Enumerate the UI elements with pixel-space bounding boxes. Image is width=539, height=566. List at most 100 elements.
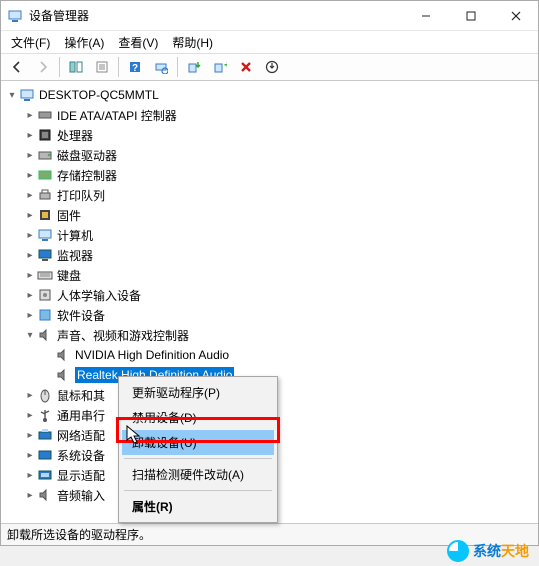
hid-icon [37,287,53,303]
tree-item-label: NVIDIA High Definition Audio [75,348,229,362]
chevron-right-icon[interactable]: ▸ [23,270,37,281]
tree-item-label: 处理器 [57,127,93,144]
display-adapter-icon [37,467,53,483]
show-hide-console-button[interactable] [64,56,88,78]
processor-icon [37,127,53,143]
chevron-down-icon[interactable]: ▾ [5,90,19,101]
watermark-text-2: 天地 [501,543,529,559]
ide-controller-icon [37,107,53,123]
sound-icon [37,327,53,343]
tree-item-label: 系统设备 [57,447,105,464]
chevron-right-icon[interactable]: ▸ [23,190,37,201]
maximize-button[interactable] [448,1,493,30]
tree-item[interactable]: ▸ 存储控制器 [1,165,538,185]
chevron-right-icon[interactable]: ▸ [23,490,37,501]
ctx-uninstall-device[interactable]: 卸载设备(U) [122,430,274,455]
menu-action[interactable]: 操作(A) [58,32,110,53]
computer-icon [19,87,35,103]
tree-item-sound[interactable]: ▾声音、视频和游戏控制器 [1,325,538,345]
chevron-right-icon[interactable]: ▸ [23,390,37,401]
context-menu-separator [124,458,272,459]
tree-item[interactable]: ▸计算机 [1,225,538,245]
app-icon [7,8,23,24]
tree-item-label: 通用串行 [57,407,105,424]
context-menu-separator [124,490,272,491]
ctx-properties[interactable]: 属性(R) [122,494,274,519]
chevron-right-icon[interactable]: ▸ [23,430,37,441]
chevron-right-icon[interactable]: ▸ [23,150,37,161]
tree-item-label: 存储控制器 [57,167,117,184]
audio-device-icon [55,367,71,383]
toolbar-separator [177,57,178,77]
watermark-logo-icon [447,540,469,562]
monitor-icon [37,247,53,263]
uninstall-device-button[interactable] [234,56,258,78]
chevron-down-icon[interactable]: ▾ [23,330,37,341]
tree-item-label: 键盘 [57,267,81,284]
menu-view[interactable]: 查看(V) [112,32,164,53]
ctx-update-driver[interactable]: 更新驱动程序(P) [122,380,274,405]
properties-button[interactable] [90,56,114,78]
menubar: 文件(F) 操作(A) 查看(V) 帮助(H) [1,31,538,53]
tree-item-nvidia-audio[interactable]: NVIDIA High Definition Audio [1,345,538,365]
chevron-right-icon[interactable]: ▸ [23,250,37,261]
audio-device-icon [55,347,71,363]
svg-text:?: ? [132,63,138,74]
chevron-right-icon[interactable]: ▸ [23,290,37,301]
chevron-right-icon[interactable]: ▸ [23,470,37,481]
help-button[interactable]: ? [123,56,147,78]
minimize-button[interactable] [403,1,448,30]
tree-item-label: 监视器 [57,247,93,264]
chevron-right-icon[interactable]: ▸ [23,130,37,141]
tree-item[interactable]: ▸ IDE ATA/ATAPI 控制器 [1,105,538,125]
forward-button[interactable] [31,56,55,78]
tree-root-label: DESKTOP-QC5MMTL [39,88,159,102]
tree-item[interactable]: ▸ 键盘 [1,265,538,285]
ctx-scan-hardware[interactable]: 扫描检测硬件改动(A) [122,462,274,487]
chevron-right-icon[interactable]: ▸ [23,310,37,321]
tree-item[interactable]: ▸ 磁盘驱动器 [1,145,538,165]
chevron-right-icon[interactable]: ▸ [23,110,37,121]
tree-item[interactable]: ▸ 固件 [1,205,538,225]
firmware-icon [37,207,53,223]
chevron-right-icon[interactable]: ▸ [23,450,37,461]
watermark-text-1: 系统 [473,543,501,559]
update-driver-button[interactable] [182,56,206,78]
tree-item-label: 打印队列 [57,187,105,204]
menu-help[interactable]: 帮助(H) [166,32,219,53]
scan-hardware-button[interactable] [149,56,173,78]
tree-item-label: 鼠标和其 [57,387,105,404]
titlebar: 设备管理器 [1,1,538,31]
chevron-right-icon[interactable]: ▸ [23,210,37,221]
chevron-right-icon[interactable]: ▸ [23,410,37,421]
ctx-disable-device[interactable]: 禁用设备(D) [122,405,274,430]
print-queue-icon [37,187,53,203]
tree-root[interactable]: ▾ DESKTOP-QC5MMTL [1,85,538,105]
disable-device-button[interactable] [260,56,284,78]
tree-item-label: 显示适配 [57,467,105,484]
toolbar-separator [59,57,60,77]
tree-item-label: 人体学输入设备 [57,287,141,304]
window-controls [403,1,538,30]
status-text: 卸载所选设备的驱动程序。 [7,526,151,543]
back-button[interactable] [5,56,29,78]
tree-item[interactable]: ▸ 处理器 [1,125,538,145]
close-button[interactable] [493,1,538,30]
tree-item[interactable]: ▸ 监视器 [1,245,538,265]
tree-item[interactable]: ▸软件设备 [1,305,538,325]
tree-item-label: 磁盘驱动器 [57,147,117,164]
tree-item[interactable]: ▸ 打印队列 [1,185,538,205]
tree-item[interactable]: ▸ 人体学输入设备 [1,285,538,305]
add-legacy-button[interactable]: + [208,56,232,78]
network-adapter-icon [37,427,53,443]
usb-icon [37,407,53,423]
audio-io-icon [37,487,53,503]
tree-item-label: IDE ATA/ATAPI 控制器 [57,107,177,124]
context-menu: 更新驱动程序(P) 禁用设备(D) 卸载设备(U) 扫描检测硬件改动(A) 属性… [118,376,278,523]
toolbar-separator [118,57,119,77]
tree-item-label: 固件 [57,207,81,224]
menu-file[interactable]: 文件(F) [5,32,56,53]
chevron-right-icon[interactable]: ▸ [23,230,37,241]
mouse-icon [37,387,53,403]
chevron-right-icon[interactable]: ▸ [23,170,37,181]
